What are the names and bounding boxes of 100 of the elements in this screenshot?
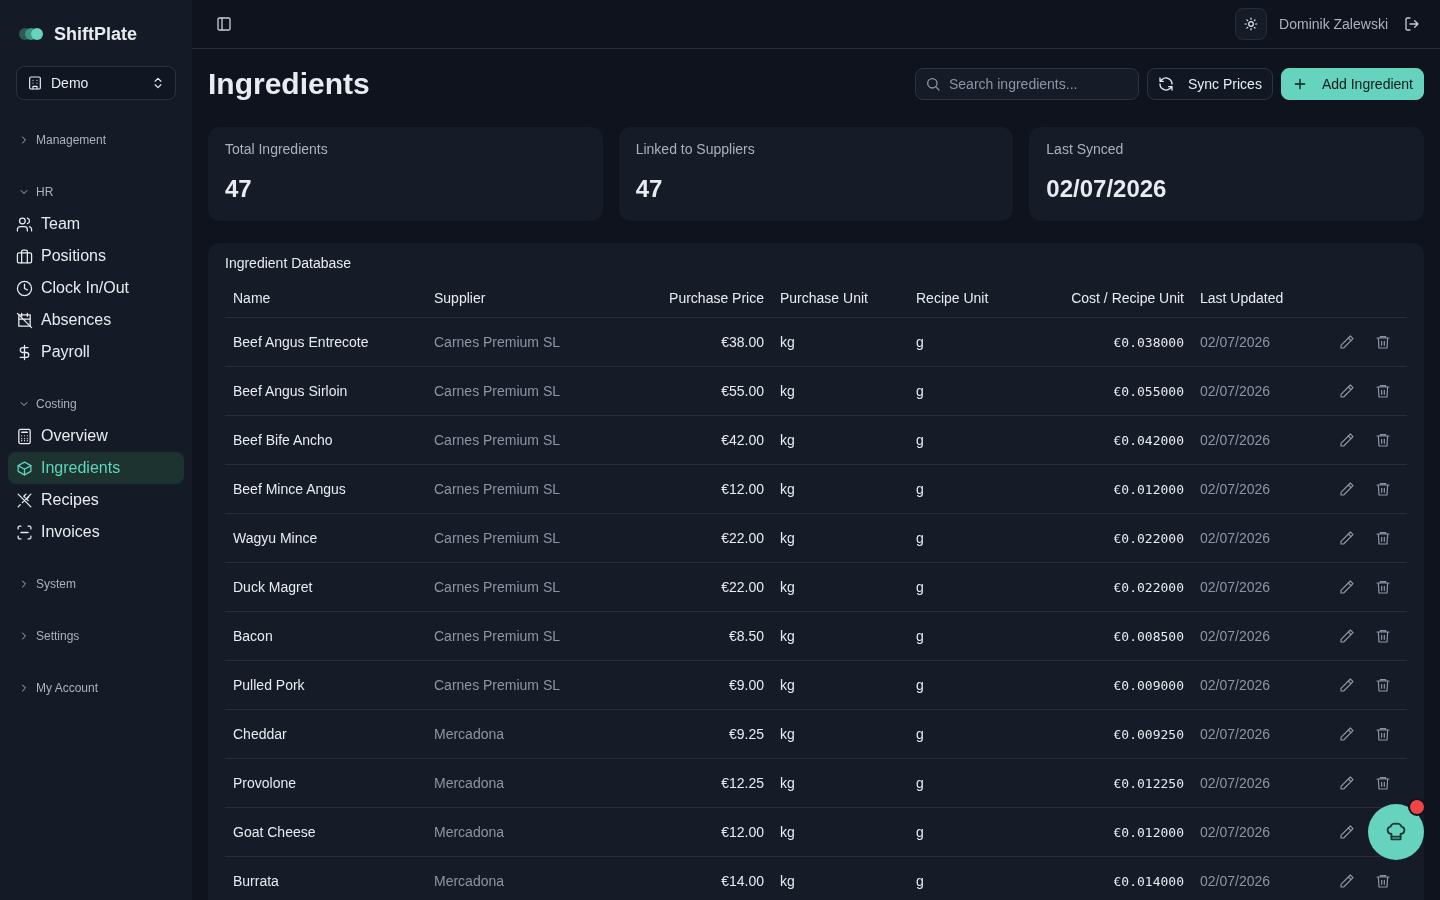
edit-button[interactable] (1337, 430, 1357, 450)
logout-icon (1404, 16, 1420, 32)
nav-item[interactable]: Team (8, 208, 184, 240)
edit-button[interactable] (1337, 724, 1357, 744)
edit-button[interactable] (1337, 822, 1357, 842)
table-cell: kg (772, 611, 908, 661)
table-cell: Mercadona (426, 807, 620, 857)
sun-icon (1244, 17, 1259, 31)
pencil-icon (1339, 579, 1355, 595)
nav-section[interactable]: HR (8, 182, 64, 202)
column-header: Supplier (426, 279, 620, 318)
table-cell: €0.008500 (1040, 611, 1192, 661)
users-icon (16, 215, 33, 233)
trash-icon (1375, 677, 1391, 693)
table-cell: kg (772, 807, 908, 857)
table-cell: €0.042000 (1040, 415, 1192, 465)
page-title: Ingredients (208, 67, 371, 101)
nav-item[interactable]: Ingredients (8, 452, 184, 484)
sync-button[interactable]: Sync Prices (1147, 68, 1273, 100)
pencil-icon (1339, 481, 1355, 497)
table-cell: Mercadona (426, 758, 620, 808)
table-cell: Bacon (225, 611, 426, 661)
table-cell: Carnes Premium SL (426, 660, 620, 710)
trash-icon (1375, 481, 1391, 497)
table-cell: €0.055000 (1040, 366, 1192, 416)
edit-button[interactable] (1337, 577, 1357, 597)
table-cell: g (908, 415, 1040, 465)
nav-item[interactable]: Invoices (8, 516, 184, 548)
table-cell: Carnes Premium SL (426, 513, 620, 563)
table-cell: €0.009000 (1040, 660, 1192, 710)
pencil-icon (1339, 628, 1355, 644)
table-cell: g (908, 317, 1040, 367)
table-cell: 02/07/2026 (1192, 513, 1320, 563)
utensils-icon (16, 491, 33, 509)
table-cell: 02/07/2026 (1192, 317, 1320, 367)
table-cell: Goat Cheese (225, 807, 426, 857)
theme-toggle[interactable] (1235, 8, 1268, 40)
edit-button[interactable] (1337, 381, 1357, 401)
pencil-icon (1339, 383, 1355, 399)
add-button[interactable]: Add Ingredient (1280, 68, 1424, 100)
table-cell: 02/07/2026 (1192, 415, 1320, 465)
edit-button[interactable] (1337, 871, 1357, 891)
nav-section[interactable]: Costing (8, 394, 87, 414)
nav-section[interactable]: System (8, 574, 86, 594)
table-cell: g (908, 464, 1040, 514)
table-cell: €0.022000 (1040, 562, 1192, 612)
nav-item[interactable]: Recipes (8, 484, 184, 516)
trash-icon (1375, 873, 1391, 889)
trash-icon (1375, 579, 1391, 595)
column-header: Cost / Recipe Unit (1040, 279, 1192, 318)
table-cell: €22.00 (620, 562, 772, 612)
nav-item[interactable]: Absences (8, 304, 184, 336)
nav-item[interactable]: Overview (8, 420, 184, 452)
clock-icon (16, 279, 33, 297)
table-cell: 02/07/2026 (1192, 758, 1320, 808)
edit-button[interactable] (1337, 626, 1357, 646)
edit-button[interactable] (1337, 675, 1357, 695)
table-cell: kg (772, 513, 908, 563)
table-cell: Carnes Premium SL (426, 611, 620, 661)
table-cell: Duck Magret (225, 562, 426, 612)
table-cell: g (908, 513, 1040, 563)
edit-button[interactable] (1337, 528, 1357, 548)
table-cell: €42.00 (620, 415, 772, 465)
nav-item[interactable]: Clock In/Out (8, 272, 184, 304)
table-cell: €38.00 (620, 317, 772, 367)
table-cell: €22.00 (620, 513, 772, 563)
table-cell: €12.00 (620, 464, 772, 514)
table-cell: g (908, 709, 1040, 759)
nav-section[interactable]: Settings (8, 626, 90, 646)
edit-button[interactable] (1337, 773, 1357, 793)
nav-section[interactable]: Management (8, 130, 117, 150)
table-cell: kg (772, 709, 908, 759)
pencil-icon (1339, 432, 1355, 448)
table-cell: Carnes Premium SL (426, 366, 620, 416)
nav-item[interactable]: Payroll (8, 336, 184, 368)
edit-button[interactable] (1337, 332, 1357, 352)
user-name: Dominik Zalewski (1279, 16, 1388, 32)
column-header: Recipe Unit (908, 279, 1040, 318)
table-cell: €0.014000 (1040, 856, 1192, 900)
table-cell: €9.00 (620, 660, 772, 710)
table-cell: €0.022000 (1040, 513, 1192, 563)
table-cell: Beef Mince Angus (225, 464, 426, 514)
workspace-selector[interactable]: Demo (16, 66, 176, 100)
table-cell: €12.00 (620, 807, 772, 857)
table-cell: 02/07/2026 (1192, 807, 1320, 857)
table-cell: Burrata (225, 856, 426, 900)
pencil-icon (1339, 334, 1355, 350)
table-cell: g (908, 660, 1040, 710)
table-cell: €12.25 (620, 758, 772, 808)
stat-value: 47 (225, 175, 253, 203)
table-cell: g (908, 562, 1040, 612)
table-cell: Beef Angus Entrecote (225, 317, 426, 367)
calendar-off-icon (16, 311, 33, 329)
table-cell: Wagyu Mince (225, 513, 426, 563)
search-field[interactable]: Search ingredients... (915, 68, 1139, 100)
edit-button[interactable] (1337, 479, 1357, 499)
table-cell: kg (772, 317, 908, 367)
table-cell: kg (772, 660, 908, 710)
nav-section[interactable]: My Account (8, 678, 109, 698)
nav-item[interactable]: Positions (8, 240, 184, 272)
